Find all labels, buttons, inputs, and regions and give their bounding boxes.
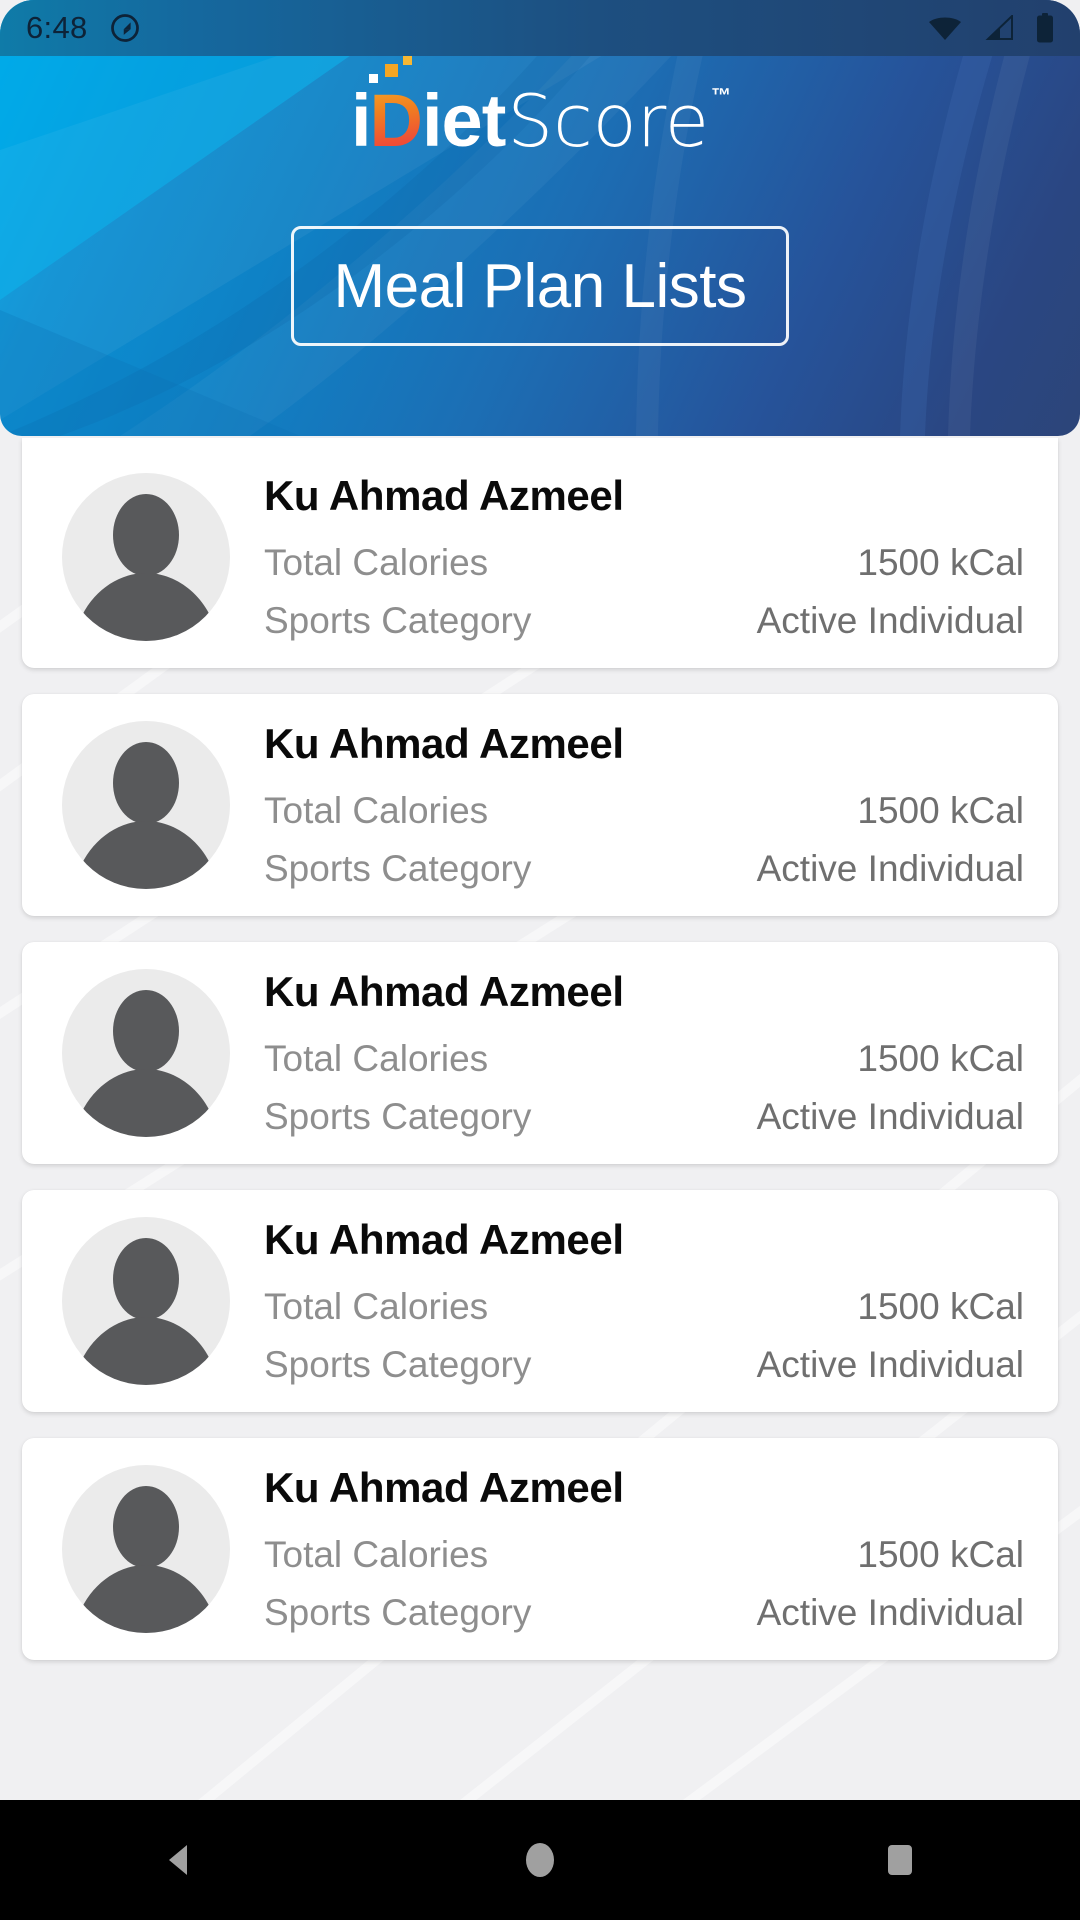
total-calories-label: Total Calories <box>264 1286 489 1327</box>
total-calories-value: 1500 kCal <box>857 542 1024 583</box>
person-placeholder-icon <box>74 990 218 1137</box>
customer-name: Ku Ahmad Azmeel <box>264 472 624 519</box>
meal-plan-list[interactable]: Ku Ahmad Azmeel Total Calories 1500 kCal… <box>0 438 1080 1800</box>
page-title: Meal Plan Lists <box>333 251 747 321</box>
page-title-box: Meal Plan Lists <box>291 226 789 346</box>
recents-icon <box>888 1845 912 1875</box>
sports-category-row: Sports Category Active Individual <box>264 600 1024 642</box>
avatar <box>62 473 230 641</box>
customer-name: Ku Ahmad Azmeel <box>264 1216 624 1263</box>
total-calories-label: Total Calories <box>264 790 489 831</box>
logo-trademark-icon: ™ <box>711 85 732 107</box>
total-calories-label: Total Calories <box>264 1534 489 1575</box>
person-placeholder-icon <box>74 1486 218 1633</box>
nav-home-button[interactable] <box>465 1800 615 1920</box>
sports-category-value: Active Individual <box>756 848 1024 889</box>
notification-circle-icon <box>110 14 139 42</box>
meal-plan-card[interactable]: Ku Ahmad Azmeel Total Calories 1500 kCal… <box>22 694 1058 916</box>
sports-category-row: Sports Category Active Individual <box>264 1344 1024 1386</box>
sports-category-value: Active Individual <box>756 1344 1024 1385</box>
total-calories-label: Total Calories <box>264 542 489 583</box>
person-placeholder-icon <box>74 1238 218 1385</box>
total-calories-label: Total Calories <box>264 1038 489 1079</box>
back-icon <box>169 1845 187 1875</box>
logo-dots-decoration <box>368 48 441 96</box>
card-body: Ku Ahmad Azmeel Total Calories 1500 kCal… <box>264 968 1024 1138</box>
total-calories-row: Total Calories 1500 kCal <box>264 1038 1024 1080</box>
customer-name: Ku Ahmad Azmeel <box>264 1464 624 1511</box>
status-bar-right <box>928 13 1054 43</box>
sports-category-label: Sports Category <box>264 600 532 641</box>
sports-category-label: Sports Category <box>264 1344 532 1385</box>
customer-name: Ku Ahmad Azmeel <box>264 720 624 767</box>
cellular-signal-icon <box>985 15 1013 40</box>
header-swoosh-decoration <box>0 0 1046 436</box>
total-calories-row: Total Calories 1500 kCal <box>264 542 1024 584</box>
phone-screen: i D iet Score ™ Meal Plan Lists 6:48 Ku … <box>0 0 1080 1920</box>
card-body: Ku Ahmad Azmeel Total Calories 1500 kCal… <box>264 1216 1024 1386</box>
sports-category-row: Sports Category Active Individual <box>264 848 1024 890</box>
logo-text-i: i <box>350 79 372 162</box>
total-calories-value: 1500 kCal <box>857 1534 1024 1575</box>
sports-category-value: Active Individual <box>756 1592 1024 1633</box>
status-bar-left: 6:48 <box>26 10 140 46</box>
avatar <box>62 969 230 1137</box>
sports-category-label: Sports Category <box>264 848 532 889</box>
sports-category-label: Sports Category <box>264 1592 532 1633</box>
card-body: Ku Ahmad Azmeel Total Calories 1500 kCal… <box>264 1464 1024 1634</box>
status-bar: 6:48 <box>0 0 1080 56</box>
total-calories-row: Total Calories 1500 kCal <box>264 790 1024 832</box>
total-calories-value: 1500 kCal <box>857 1286 1024 1327</box>
android-navigation-bar <box>0 1800 1080 1920</box>
sports-category-value: Active Individual <box>756 600 1024 641</box>
meal-plan-card[interactable]: Ku Ahmad Azmeel Total Calories 1500 kCal… <box>22 1438 1058 1660</box>
total-calories-value: 1500 kCal <box>857 790 1024 831</box>
customer-name: Ku Ahmad Azmeel <box>264 968 624 1015</box>
wifi-icon <box>929 17 961 40</box>
sports-category-row: Sports Category Active Individual <box>264 1096 1024 1138</box>
sports-category-value: Active Individual <box>756 1096 1024 1137</box>
card-body: Ku Ahmad Azmeel Total Calories 1500 kCal… <box>264 472 1024 642</box>
meal-plan-card[interactable]: Ku Ahmad Azmeel Total Calories 1500 kCal… <box>22 1190 1058 1412</box>
meal-plan-card[interactable]: Ku Ahmad Azmeel Total Calories 1500 kCal… <box>22 942 1058 1164</box>
avatar <box>62 721 230 889</box>
total-calories-row: Total Calories 1500 kCal <box>264 1534 1024 1576</box>
app-header: i D iet Score ™ Meal Plan Lists <box>0 0 1080 436</box>
status-bar-clock: 6:48 <box>26 10 88 45</box>
card-body: Ku Ahmad Azmeel Total Calories 1500 kCal… <box>264 720 1024 890</box>
nav-recents-button[interactable] <box>825 1800 975 1920</box>
nav-back-button[interactable] <box>105 1800 255 1920</box>
sports-category-label: Sports Category <box>264 1096 532 1137</box>
battery-icon <box>1037 13 1053 43</box>
app-logo: i D iet Score ™ <box>0 48 1080 163</box>
total-calories-row: Total Calories 1500 kCal <box>264 1286 1024 1328</box>
meal-plan-card[interactable]: Ku Ahmad Azmeel Total Calories 1500 kCal… <box>22 438 1058 668</box>
avatar <box>62 1217 230 1385</box>
avatar <box>62 1465 230 1633</box>
home-icon <box>526 1843 554 1877</box>
total-calories-value: 1500 kCal <box>857 1038 1024 1079</box>
logo-text-score: Score <box>507 79 710 163</box>
person-placeholder-icon <box>74 742 218 889</box>
person-placeholder-icon <box>74 494 218 641</box>
sports-category-row: Sports Category Active Individual <box>264 1592 1024 1634</box>
